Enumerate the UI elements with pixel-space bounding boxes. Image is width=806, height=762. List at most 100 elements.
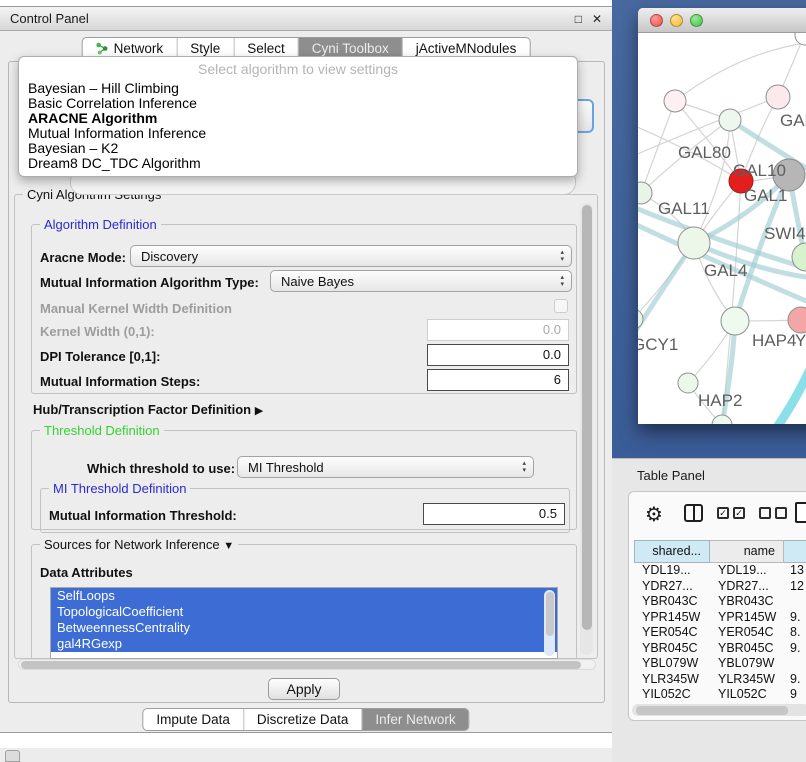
- aracne-mode-label: Aracne Mode:: [40, 250, 126, 265]
- apply-button[interactable]: Apply: [268, 678, 340, 700]
- table-cell: 9.: [784, 641, 806, 657]
- network-node-hap2[interactable]: [678, 373, 698, 393]
- checkbox-unchecked-icon[interactable]: [759, 507, 771, 519]
- attribute-item-betweennesscentrality[interactable]: BetweennessCentrality: [51, 620, 557, 636]
- table-row[interactable]: YLR345WYLR345W9.: [634, 672, 806, 688]
- algorithm-option-dream8-dc-tdc-algorithm[interactable]: Dream8 DC_TDC Algorithm: [19, 156, 577, 171]
- control-panel-titlebar[interactable]: Control Panel □ ✕: [0, 7, 612, 31]
- network-node-hap4[interactable]: [721, 307, 749, 335]
- traffic-light-minimize-icon[interactable]: [670, 14, 683, 27]
- tab-infer-network[interactable]: Infer Network: [362, 709, 468, 730]
- hub-definition-expander[interactable]: Hub/Transcription Factor Definition ▶: [33, 402, 263, 417]
- table-row[interactable]: YIL052CYIL052C9: [634, 687, 806, 703]
- algorithm-option-bayesian-k2[interactable]: Bayesian – K2: [19, 141, 577, 156]
- columns-icon[interactable]: [684, 504, 703, 522]
- table-cell: YDL19...: [634, 563, 710, 579]
- table-row[interactable]: YBR045CYBR045C9.: [634, 641, 806, 657]
- table-cell: 9.: [784, 672, 806, 688]
- data-attributes-label: Data Attributes: [40, 565, 133, 580]
- mi-algorithm-type-value: Naive Bayes: [281, 274, 354, 289]
- attribute-item-topologicalcoefficient[interactable]: TopologicalCoefficient: [51, 604, 557, 620]
- network-node[interactable]: [712, 415, 732, 424]
- table-cell: 13: [784, 563, 806, 579]
- network-node-label: GAL11: [658, 199, 710, 218]
- settings-horizontal-scrollbar[interactable]: [18, 659, 596, 670]
- table-cell: YLR345W: [634, 672, 710, 688]
- settings-scrollbar-thumb[interactable]: [582, 205, 592, 630]
- column-header-shared[interactable]: shared...: [634, 540, 710, 563]
- table-row[interactable]: YER054CYER054C8.: [634, 625, 806, 641]
- attribute-item-selfloops[interactable]: SelfLoops: [51, 588, 557, 604]
- threshold-definition-title: Threshold Definition: [40, 423, 164, 438]
- network-node-gcy1[interactable]: [638, 309, 643, 329]
- network-node-gal10[interactable]: [719, 109, 741, 131]
- data-attributes-items: SelfLoopsTopologicalCoefficientBetweenne…: [51, 588, 557, 652]
- network-node-gal[interactable]: [766, 85, 790, 109]
- column-header-a[interactable]: A: [784, 540, 806, 563]
- network-node-gal4[interactable]: [678, 227, 710, 259]
- network-node-y[interactable]: [788, 307, 806, 333]
- network-edge[interactable]: [641, 101, 675, 193]
- table-row[interactable]: YDL19...YDL19...13: [634, 563, 806, 579]
- algorithm-option-mutual-information-inference[interactable]: Mutual Information Inference: [19, 126, 577, 141]
- network-window-titlebar[interactable]: [638, 8, 806, 33]
- network-node[interactable]: [795, 33, 806, 45]
- gear-icon[interactable]: ⚙: [645, 502, 663, 527]
- aracne-mode-value: Discovery: [141, 249, 198, 264]
- sources-title-text: Sources for Network Inference: [44, 537, 220, 552]
- table-row[interactable]: YDR27...YDR27...12: [634, 579, 806, 595]
- table-row[interactable]: YPR145WYPR145W9.: [634, 610, 806, 626]
- table-cell: YIL052C: [710, 687, 784, 703]
- tab-impute-data[interactable]: Impute Data: [143, 709, 244, 730]
- network-node-label: GCY1: [638, 335, 678, 354]
- attributes-scrollbar-thumb[interactable]: [546, 592, 554, 636]
- tab-label: Select: [247, 41, 285, 56]
- kernel-width-label: Kernel Width (0,1):: [40, 324, 155, 339]
- column-header-name[interactable]: name: [710, 540, 784, 563]
- checkbox-checked-icon[interactable]: ✓: [717, 507, 729, 519]
- mi-steps-field[interactable]: 6: [427, 369, 569, 391]
- float-window-icon[interactable]: □: [575, 12, 582, 26]
- document-icon[interactable]: [795, 502, 806, 523]
- close-window-icon[interactable]: ✕: [592, 12, 602, 26]
- manual-kernel-width-checkbox[interactable]: [554, 299, 568, 313]
- table-hscrollbar-thumb[interactable]: [636, 706, 788, 715]
- algorithm-option-basic-correlation-inference[interactable]: Basic Correlation Inference: [19, 96, 577, 111]
- network-node-label: SWI4: [764, 224, 806, 243]
- traffic-light-close-icon[interactable]: [650, 14, 663, 27]
- mi-algorithm-type-combo[interactable]: Naive Bayes ▴▾: [270, 270, 572, 292]
- attributes-list-scrollbar[interactable]: [544, 590, 555, 656]
- network-edge[interactable]: [753, 363, 806, 424]
- kernel-width-field[interactable]: 0.0: [427, 319, 569, 341]
- tab-discretize-data[interactable]: Discretize Data: [244, 709, 363, 730]
- traffic-light-zoom-icon[interactable]: [690, 14, 703, 27]
- data-attributes-list[interactable]: SelfLoopsTopologicalCoefficientBetweenne…: [50, 587, 558, 659]
- sources-collapse-icon[interactable]: ▼: [223, 540, 234, 552]
- table-row[interactable]: YBR043CYBR043C: [634, 594, 806, 610]
- which-threshold-combo[interactable]: MI Threshold ▴▾: [237, 456, 534, 478]
- network-node-gal80[interactable]: [664, 90, 686, 112]
- table-row[interactable]: YBL079WYBL079W: [634, 656, 806, 672]
- dpi-tolerance-field[interactable]: 0.0: [427, 344, 569, 366]
- network-edge[interactable]: [638, 243, 694, 343]
- hscrollbar-thumb[interactable]: [21, 661, 581, 669]
- network-canvas[interactable]: GALGAL80GAL10GAL1GAL11GAL4SWI4GCY1HAP4YH…: [638, 33, 806, 424]
- attribute-item-gal4rgexp[interactable]: gal4RGexp: [51, 636, 557, 652]
- settings-vertical-scrollbar[interactable]: [580, 203, 593, 655]
- checkbox-checked-icon[interactable]: ✓: [733, 507, 745, 519]
- network-node-label: HAP4: [752, 331, 796, 350]
- table-cell: YDL19...: [710, 563, 784, 579]
- hub-expand-icon[interactable]: ▶: [255, 405, 263, 417]
- algorithm-option-aracne-algorithm[interactable]: ARACNE Algorithm: [19, 111, 577, 126]
- algorithm-option-bayesian-hill-climbing[interactable]: Bayesian – Hill Climbing: [19, 81, 577, 96]
- table-panel: Table Panel ⚙ ✓ ✓ shared...nameA YDL19..…: [612, 458, 806, 762]
- aracne-mode-combo[interactable]: Discovery ▴▾: [130, 245, 572, 267]
- network-node-label: GAL: [780, 111, 806, 130]
- mi-threshold-field[interactable]: 0.5: [423, 503, 565, 525]
- mi-threshold-label: Mutual Information Threshold:: [49, 508, 237, 523]
- algorithm-dropdown-items: Bayesian – Hill ClimbingBasic Correlatio…: [19, 81, 577, 171]
- minimized-panel-icon[interactable]: [5, 750, 20, 762]
- table-horizontal-scrollbar[interactable]: [632, 704, 806, 716]
- checkbox-unchecked-icon[interactable]: [775, 507, 787, 519]
- algorithm-dropdown: Select algorithm to view settings Bayesi…: [18, 56, 578, 177]
